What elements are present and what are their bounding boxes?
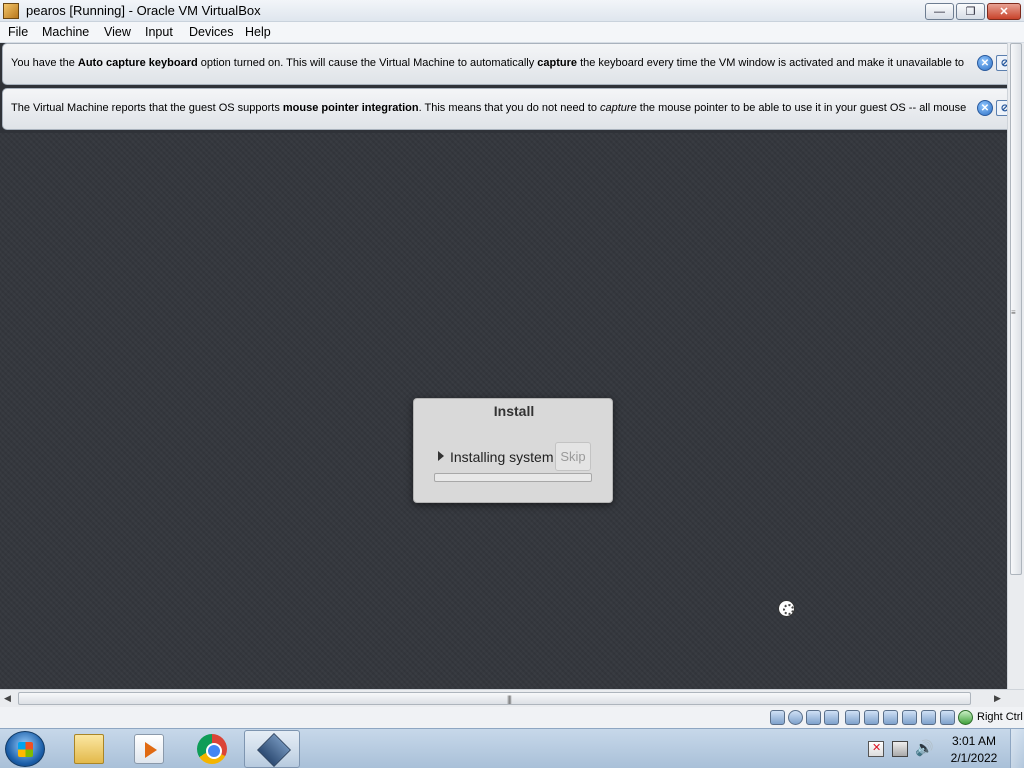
popup-mouse-integration: The Virtual Machine reports that the gue… [2, 88, 1021, 130]
network-tray-icon[interactable] [892, 741, 908, 757]
taskbar-app-chrome[interactable] [183, 730, 239, 768]
popup-auto-capture-keyboard: You have the Auto capture keyboard optio… [2, 43, 1021, 85]
install-status-text: Installing system [450, 449, 554, 465]
taskbar: 🔊 3:01 AM 2/1/2022 [0, 728, 1024, 768]
hard-disk-icon[interactable] [770, 710, 785, 725]
menu-input[interactable]: Input [145, 25, 173, 39]
cpu-icon[interactable] [940, 710, 955, 725]
horizontal-scrollbar-thumb[interactable]: ||| [18, 692, 971, 705]
menu-file[interactable]: File [8, 25, 28, 39]
taskbar-app-explorer[interactable] [60, 730, 116, 768]
volume-icon[interactable]: 🔊 [915, 741, 934, 757]
clock-time[interactable]: 3:01 AM [948, 734, 1000, 748]
popup-message: You have the Auto capture keyboard optio… [11, 57, 971, 69]
expander-arrow-icon[interactable] [438, 451, 444, 461]
vm-status-icon[interactable] [921, 710, 936, 725]
popup-text-segment: the mouse pointer to be able to use it i… [636, 102, 967, 114]
folder-icon [74, 734, 104, 764]
vm-status-bar: Right Ctrl [0, 707, 1024, 728]
popup-text-segment: . This means that you do not need to [418, 102, 600, 114]
scrollbar-grip-icon: ||| [507, 694, 512, 704]
audio-icon[interactable] [806, 710, 821, 725]
taskbar-app-virtualbox[interactable] [244, 730, 300, 768]
scrollbar-grip-icon: ≡ [1011, 308, 1016, 317]
install-dialog: Install Installing system Skip [413, 398, 613, 503]
virtualbox-icon [257, 733, 291, 767]
title-bar: pearos [Running] - Oracle VM VirtualBox … [0, 0, 1024, 22]
popup-message: The Virtual Machine reports that the gue… [11, 102, 971, 114]
busy-cursor-icon [778, 600, 795, 617]
scroll-right-arrow-icon[interactable]: ▶ [994, 693, 1001, 704]
close-button[interactable]: ✕ [987, 3, 1021, 20]
popup-text-segment: The Virtual Machine reports that the gue… [11, 102, 283, 114]
menu-bar: File Machine View Input Devices Help [0, 22, 1024, 43]
show-desktop-button[interactable] [1010, 729, 1024, 768]
network-icon[interactable] [824, 710, 839, 725]
menu-help[interactable]: Help [245, 25, 271, 39]
menu-machine[interactable]: Machine [42, 25, 89, 39]
clock-date[interactable]: 2/1/2022 [948, 751, 1000, 765]
optical-drive-icon[interactable] [788, 710, 803, 725]
video-capture-icon[interactable] [902, 710, 917, 725]
shared-folders-icon[interactable] [864, 710, 879, 725]
action-center-flag-icon[interactable] [868, 741, 884, 757]
start-button[interactable] [5, 731, 45, 767]
popup-text-italic: capture [600, 102, 637, 114]
popup-text-bold: mouse pointer integration [282, 102, 419, 114]
maximize-button[interactable]: ❐ [956, 3, 985, 20]
popup-text-segment: the keyboard every time the VM window is… [577, 57, 965, 69]
popup-close-icon[interactable]: ✕ [977, 55, 993, 71]
scroll-left-arrow-icon[interactable]: ◀ [4, 693, 11, 704]
horizontal-scrollbar[interactable]: ◀ ||| ▶ [0, 689, 1024, 707]
vertical-scrollbar[interactable]: ≡ [1007, 43, 1024, 689]
chrome-icon [197, 734, 227, 764]
display-icon[interactable] [883, 710, 898, 725]
mouse-integration-icon[interactable] [958, 710, 973, 725]
menu-devices[interactable]: Devices [189, 25, 233, 39]
install-dialog-title: Install [493, 403, 535, 419]
popup-text-bold: Auto capture keyboard [77, 57, 198, 69]
skip-button[interactable]: Skip [555, 442, 591, 471]
install-progress-bar [434, 473, 592, 482]
popup-text-segment: option turned on. This will cause the Vi… [197, 57, 538, 69]
popup-text-bold: capture [537, 57, 578, 69]
host-key-label: Right Ctrl [977, 711, 1023, 723]
virtualbox-app-icon[interactable] [3, 3, 19, 19]
minimize-button[interactable]: — [925, 3, 954, 20]
media-player-icon [134, 734, 164, 764]
taskbar-app-media-player[interactable] [120, 730, 176, 768]
virtualbox-window: pearos [Running] - Oracle VM VirtualBox … [0, 0, 1024, 768]
popup-text-segment: You have the [11, 57, 78, 69]
window-title: pearos [Running] - Oracle VM VirtualBox [26, 3, 261, 18]
usb-icon[interactable] [845, 710, 860, 725]
menu-view[interactable]: View [104, 25, 131, 39]
windows-logo-icon [18, 742, 33, 757]
popup-close-icon[interactable]: ✕ [977, 100, 993, 116]
